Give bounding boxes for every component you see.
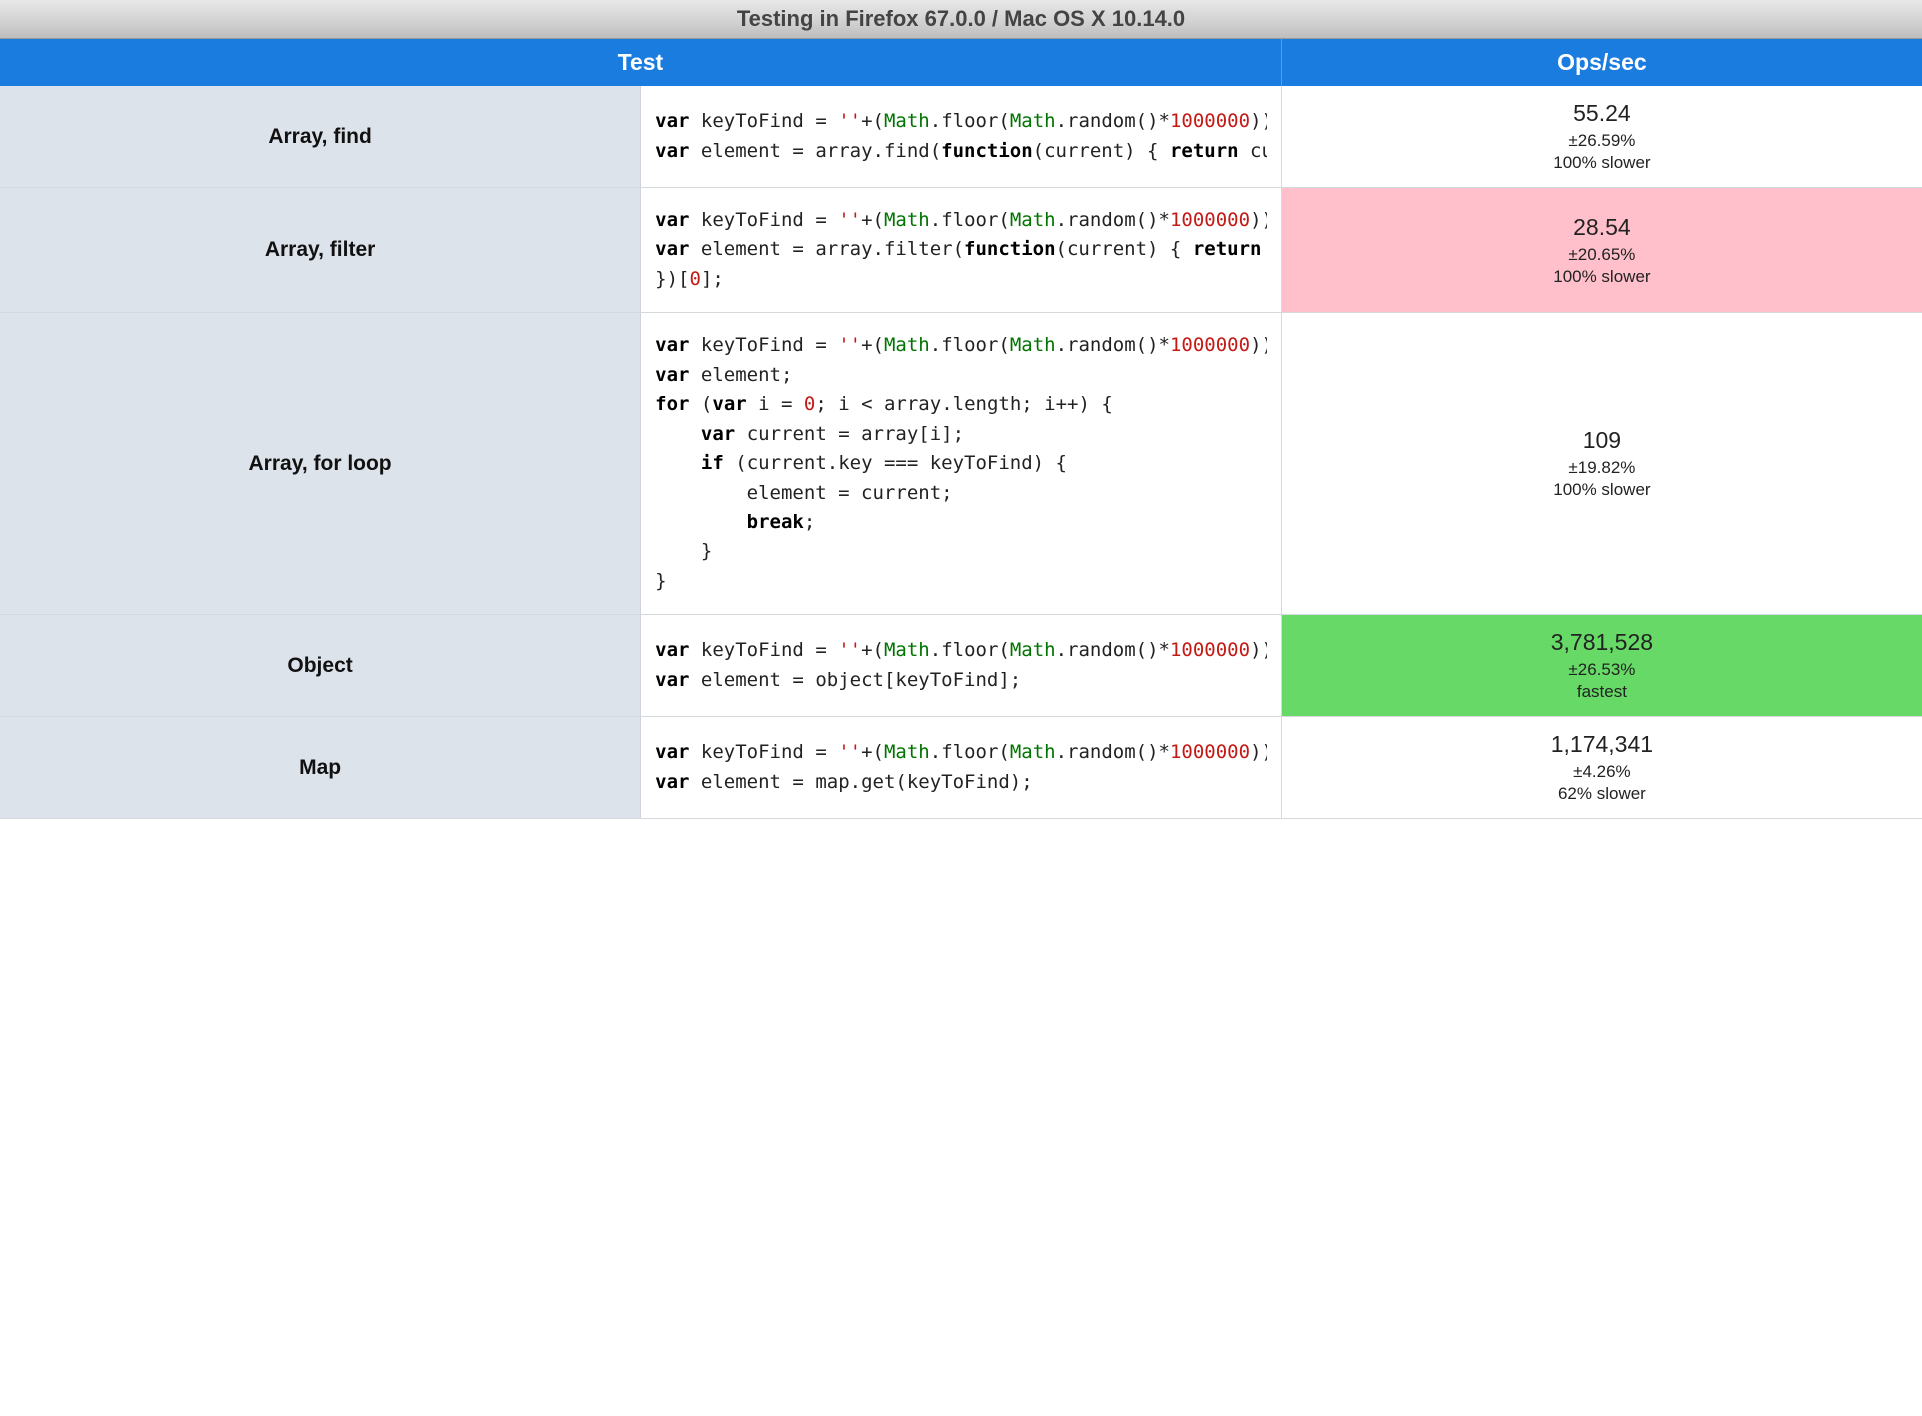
ops-value: 3,781,528 [1290,629,1914,656]
ops-value: 1,174,341 [1290,731,1914,758]
ops-note: 100% slower [1290,480,1914,500]
ops-note: 62% slower [1290,784,1914,804]
test-name: Array, find [0,86,641,188]
code-block: var keyToFind = ''+(Math.floor(Math.rand… [655,107,1267,166]
code-block: var keyToFind = ''+(Math.floor(Math.rand… [655,206,1267,294]
ops-cell: 109 ±19.82% 100% slower [1281,313,1922,615]
window-titlebar: Testing in Firefox 67.0.0 / Mac OS X 10.… [0,0,1922,39]
code-block: var keyToFind = ''+(Math.floor(Math.rand… [655,738,1267,797]
ops-cell: 1,174,341 ±4.26% 62% slower [1281,717,1922,819]
code-block: var keyToFind = ''+(Math.floor(Math.rand… [655,331,1267,596]
test-name: Array, filter [0,188,641,313]
table-row: Array, for loop var keyToFind = ''+(Math… [0,313,1922,615]
test-code: var keyToFind = ''+(Math.floor(Math.rand… [641,615,1282,717]
ops-error: ±26.59% [1290,131,1914,151]
ops-error: ±26.53% [1290,660,1914,680]
test-name: Array, for loop [0,313,641,615]
test-code: var keyToFind = ''+(Math.floor(Math.rand… [641,313,1282,615]
ops-cell: 55.24 ±26.59% 100% slower [1281,86,1922,188]
test-code: var keyToFind = ''+(Math.floor(Math.rand… [641,717,1282,819]
ops-note: 100% slower [1290,153,1914,173]
table-row: Object var keyToFind = ''+(Math.floor(Ma… [0,615,1922,717]
table-row: Map var keyToFind = ''+(Math.floor(Math.… [0,717,1922,819]
ops-cell-slowest: 28.54 ±20.65% 100% slower [1281,188,1922,313]
ops-note: 100% slower [1290,267,1914,287]
ops-error: ±20.65% [1290,245,1914,265]
ops-value: 55.24 [1290,100,1914,127]
test-code: var keyToFind = ''+(Math.floor(Math.rand… [641,86,1282,188]
table-header-row: Test Ops/sec [0,39,1922,86]
benchmark-table: Test Ops/sec Array, find var keyToFind =… [0,39,1922,819]
header-ops: Ops/sec [1281,39,1922,86]
table-row: Array, find var keyToFind = ''+(Math.flo… [0,86,1922,188]
test-name: Object [0,615,641,717]
ops-cell-fastest: 3,781,528 ±26.53% fastest [1281,615,1922,717]
header-test: Test [0,39,1281,86]
ops-error: ±4.26% [1290,762,1914,782]
test-name: Map [0,717,641,819]
ops-value: 28.54 [1290,214,1914,241]
ops-note: fastest [1290,682,1914,702]
ops-value: 109 [1290,427,1914,454]
code-block: var keyToFind = ''+(Math.floor(Math.rand… [655,636,1267,695]
table-row: Array, filter var keyToFind = ''+(Math.f… [0,188,1922,313]
ops-error: ±19.82% [1290,458,1914,478]
test-code: var keyToFind = ''+(Math.floor(Math.rand… [641,188,1282,313]
